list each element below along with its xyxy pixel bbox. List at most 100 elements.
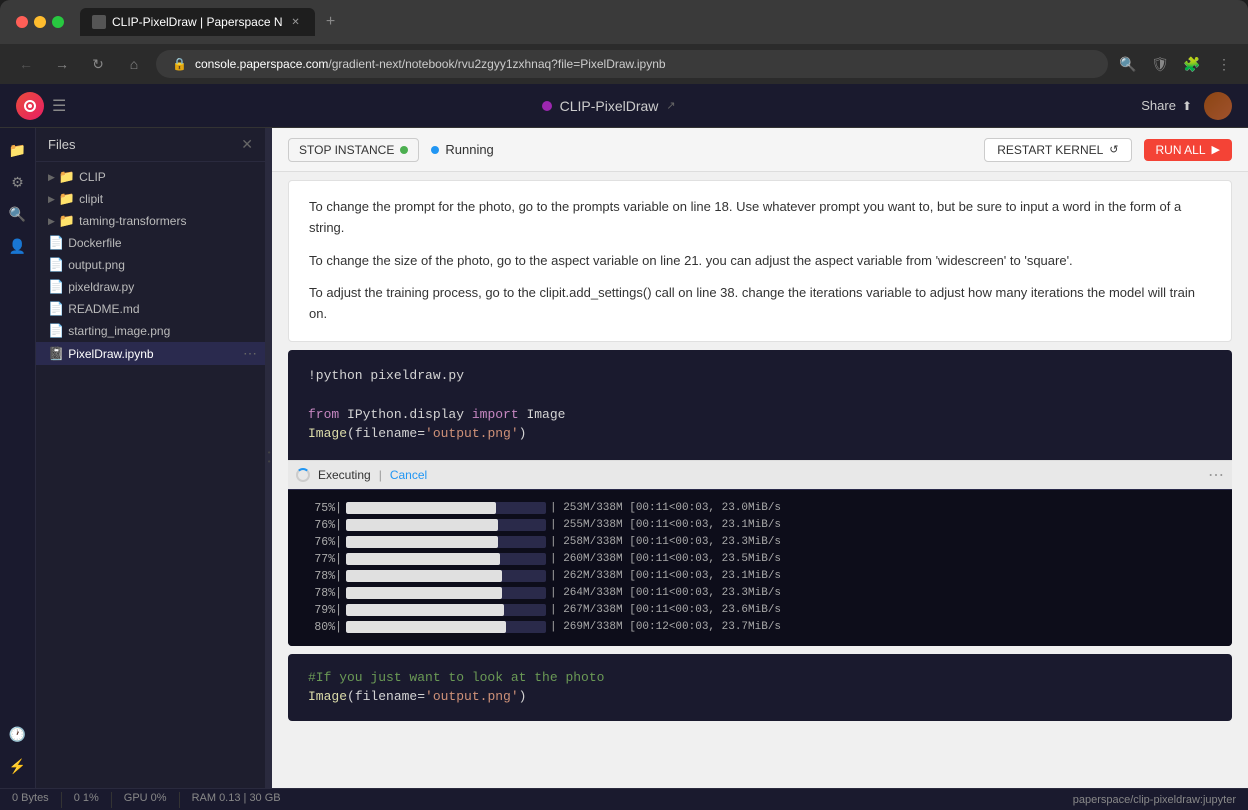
executing-spinner bbox=[296, 468, 310, 482]
tab-close-icon[interactable]: ✕ bbox=[289, 15, 303, 29]
files-toolbar-icon[interactable]: 📁 bbox=[4, 136, 32, 164]
notebook-content[interactable]: To change the prompt for the photo, go t… bbox=[272, 172, 1248, 788]
address-bar[interactable]: 🔒 console.paperspace.com/gradient-next/n… bbox=[156, 50, 1108, 78]
settings-toolbar-icon[interactable]: ⚙ bbox=[4, 168, 32, 196]
code-editor[interactable]: !python pixeldraw.py from IPython.displa… bbox=[288, 350, 1232, 460]
progress-fill-2 bbox=[346, 519, 498, 531]
file-item-pixeldraw-py[interactable]: 📄 pixeldraw.py bbox=[36, 276, 265, 298]
output-options-icon[interactable]: ⋯ bbox=[1208, 465, 1224, 485]
file-name: README.md bbox=[68, 302, 139, 316]
clock-toolbar-icon[interactable]: 🕐 bbox=[4, 720, 32, 748]
home-button[interactable]: ⌂ bbox=[120, 50, 148, 78]
minimize-button[interactable] bbox=[34, 16, 46, 28]
share-button[interactable]: Share ⬆ bbox=[1141, 98, 1192, 113]
search-icon[interactable]: 🔍 bbox=[1116, 52, 1140, 76]
file-item-clip[interactable]: ▶ 📁 CLIP bbox=[36, 166, 265, 188]
file-item-clipit[interactable]: ▶ 📁 clipit bbox=[36, 188, 265, 210]
progress-row-6: 78%| | 264M/338M [00:11<00:03, 23.3MiB/s bbox=[308, 585, 1212, 602]
lock-icon: 🔒 bbox=[172, 57, 187, 71]
code-line-2 bbox=[308, 385, 1212, 405]
file-icon: 📄 bbox=[48, 257, 64, 273]
cancel-button[interactable]: Cancel bbox=[390, 468, 427, 482]
tab-favicon bbox=[92, 15, 106, 29]
address-text: console.paperspace.com/gradient-next/not… bbox=[195, 57, 666, 71]
folder-arrow-icon: ▶ bbox=[48, 194, 55, 205]
stop-instance-button[interactable]: STOP INSTANCE bbox=[288, 138, 419, 162]
new-tab-button[interactable]: + bbox=[319, 10, 343, 34]
active-tab[interactable]: CLIP-PixelDraw | Paperspace N ✕ bbox=[80, 8, 315, 36]
bottom-code-cell[interactable]: #If you just want to look at the photo I… bbox=[288, 654, 1232, 721]
share-label: Share bbox=[1141, 98, 1176, 113]
share-icon: ⬆ bbox=[1182, 99, 1192, 113]
address-domain: console.paperspace.com bbox=[195, 57, 328, 71]
tabs-bar: CLIP-PixelDraw | Paperspace N ✕ + bbox=[80, 8, 1232, 36]
progress-row-7: 79%| | 267M/338M [00:11<00:03, 23.6MiB/s bbox=[308, 602, 1212, 619]
menu-icon[interactable]: ⋮ bbox=[1212, 52, 1236, 76]
executing-label: Executing bbox=[318, 468, 371, 482]
file-item-dockerfile[interactable]: 📄 Dockerfile bbox=[36, 232, 265, 254]
app-topbar-center: CLIP-PixelDraw ↗ bbox=[76, 98, 1141, 114]
app-topbar: ☰ CLIP-PixelDraw ↗ Share ⬆ bbox=[0, 84, 1248, 128]
search-toolbar-icon[interactable]: 🔍 bbox=[4, 200, 32, 228]
back-button[interactable]: ← bbox=[12, 50, 40, 78]
file-panel-header: Files ✕ bbox=[36, 128, 265, 162]
progress-fill-4 bbox=[346, 553, 500, 565]
notebook-toolbar: STOP INSTANCE Running RESTART KERNEL ↺ R… bbox=[272, 128, 1248, 172]
running-status-label: Running bbox=[445, 142, 493, 157]
title-bar: CLIP-PixelDraw | Paperspace N ✕ + bbox=[0, 0, 1248, 44]
code-line-3: from IPython.display import Image bbox=[308, 405, 1212, 425]
file-item-taming[interactable]: ▶ 📁 taming-transformers bbox=[36, 210, 265, 232]
file-icon: 📄 bbox=[48, 235, 64, 251]
status-divider-2 bbox=[111, 792, 112, 808]
running-dot bbox=[431, 146, 439, 154]
file-actions-icon[interactable]: ⋯ bbox=[243, 345, 257, 362]
status-kernel: paperspace/clip-pixeldraw:jupyter bbox=[1073, 794, 1236, 806]
progress-bar-5 bbox=[346, 570, 546, 582]
running-status: Running bbox=[431, 142, 493, 157]
progress-fill-7 bbox=[346, 604, 504, 616]
external-link-icon[interactable]: ↗ bbox=[666, 99, 675, 112]
restart-icon: ↺ bbox=[1109, 143, 1118, 156]
file-name: clipit bbox=[79, 192, 103, 206]
file-item-pixeldraw-ipynb[interactable]: 📓 PixelDraw.ipynb ⋯ bbox=[36, 342, 265, 365]
users-toolbar-icon[interactable]: 👤 bbox=[4, 232, 32, 260]
progress-fill-1 bbox=[346, 502, 496, 514]
folder-arrow-icon: ▶ bbox=[48, 172, 55, 183]
bottom-code-line-2: Image(filename='output.png') bbox=[308, 687, 1212, 707]
progress-bar-1 bbox=[346, 502, 546, 514]
shield-icon[interactable]: 🛡 bbox=[1148, 52, 1172, 76]
file-item-starting-image[interactable]: 📄 starting_image.png bbox=[36, 320, 265, 342]
progress-fill-8 bbox=[346, 621, 506, 633]
file-icon: 📄 bbox=[48, 323, 64, 339]
left-toolbar: 📁 ⚙ 🔍 👤 🕐 ⚡ bbox=[0, 128, 36, 788]
stop-instance-label: STOP INSTANCE bbox=[299, 143, 394, 157]
app-title: CLIP-PixelDraw bbox=[560, 98, 659, 114]
file-item-readme[interactable]: 📄 README.md bbox=[36, 298, 265, 320]
address-path: /gradient-next/notebook/rvu2zgyy1zxhnaq?… bbox=[328, 57, 665, 71]
file-icon: 📄 bbox=[48, 279, 64, 295]
progress-bar-8 bbox=[346, 621, 546, 633]
close-button[interactable] bbox=[16, 16, 28, 28]
file-panel-close-icon[interactable]: ✕ bbox=[241, 136, 253, 153]
code-line-1: !python pixeldraw.py bbox=[308, 366, 1212, 386]
output-status-bar: Executing | Cancel ⋯ bbox=[288, 460, 1232, 489]
hamburger-menu-icon[interactable]: ☰ bbox=[52, 96, 66, 116]
progress-fill-6 bbox=[346, 587, 502, 599]
run-all-button[interactable]: RUN ALL ▶ bbox=[1144, 139, 1233, 161]
restart-kernel-button[interactable]: RESTART KERNEL ↺ bbox=[984, 138, 1131, 162]
file-item-output-png[interactable]: 📄 output.png bbox=[36, 254, 265, 276]
separator: | bbox=[379, 468, 382, 482]
folder-icon: 📁 bbox=[59, 191, 75, 207]
reload-button[interactable]: ↻ bbox=[84, 50, 112, 78]
maximize-button[interactable] bbox=[52, 16, 64, 28]
user-avatar[interactable] bbox=[1204, 92, 1232, 120]
app-container: ☰ CLIP-PixelDraw ↗ Share ⬆ 📁 ⚙ 🔍 👤 🕐 ⚡ bbox=[0, 84, 1248, 810]
build-toolbar-icon[interactable]: ⚡ bbox=[4, 752, 32, 780]
progress-row-1: 75%| | 253M/338M [00:11<00:03, 23.0MiB/s bbox=[308, 500, 1212, 517]
progress-fill-3 bbox=[346, 536, 498, 548]
extensions-icon[interactable]: 🧩 bbox=[1180, 52, 1204, 76]
status-divider-3 bbox=[179, 792, 180, 808]
code-cell-main[interactable]: !python pixeldraw.py from IPython.displa… bbox=[288, 350, 1232, 646]
forward-button[interactable]: → bbox=[48, 50, 76, 78]
file-name: taming-transformers bbox=[79, 214, 186, 228]
